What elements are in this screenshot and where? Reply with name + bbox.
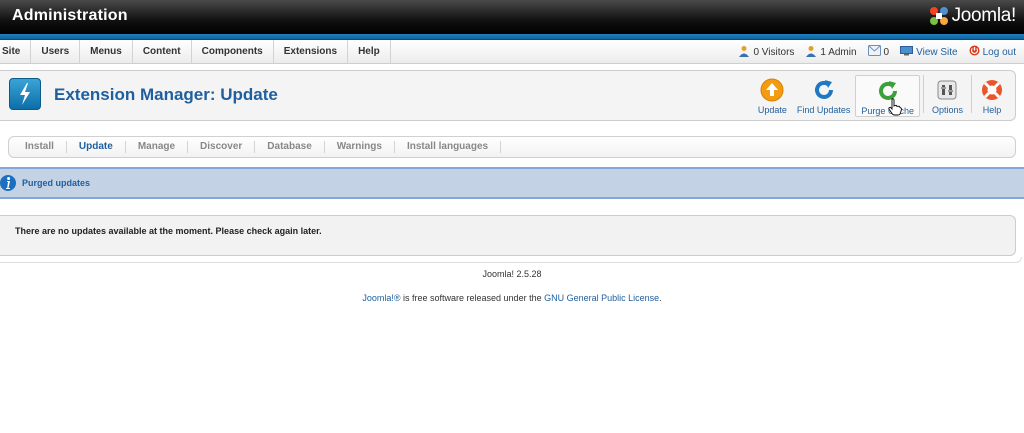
- monitor-icon: [900, 45, 914, 59]
- system-message: Purged updates: [0, 167, 1024, 199]
- visitors-status: 0 Visitors: [738, 45, 794, 60]
- update-label: Update: [757, 105, 787, 115]
- footer-version: Joomla! 2.5.28: [482, 269, 542, 279]
- view-site-link[interactable]: View Site: [900, 45, 958, 59]
- no-updates-text: There are no updates available at the mo…: [15, 226, 322, 236]
- messages-icon: [867, 45, 881, 59]
- help-label: Help: [982, 105, 1002, 115]
- admin-title: Administration: [12, 7, 128, 24]
- license-end: .: [659, 293, 662, 303]
- logout-label: Log out: [982, 46, 1016, 58]
- menu-extensions[interactable]: Extensions: [274, 40, 349, 64]
- menu-menus[interactable]: Menus: [80, 40, 133, 64]
- tab-discover[interactable]: Discover: [188, 141, 256, 153]
- update-button[interactable]: Update: [753, 75, 792, 117]
- menu-bar: Site Users Menus Content Components Exte…: [0, 40, 1024, 64]
- joomla-logo[interactable]: Joomla!: [928, 4, 1016, 28]
- hand-cursor-icon: [888, 98, 902, 116]
- extension-manager-icon: [9, 78, 41, 110]
- lifebuoy-icon: [982, 80, 1002, 100]
- tab-install-languages[interactable]: Install languages: [395, 141, 502, 153]
- tab-update[interactable]: Update: [67, 141, 126, 153]
- joomla-brand-link[interactable]: Joomla!®: [362, 293, 400, 303]
- license-text: is free software released under the: [400, 293, 545, 303]
- toolbar-divider: [922, 75, 924, 113]
- menu-users[interactable]: Users: [31, 40, 81, 64]
- options-button[interactable]: Options: [927, 75, 968, 117]
- footer-license: Joomla!® is free software released under…: [0, 293, 1024, 303]
- options-icon: [937, 80, 957, 100]
- view-site-label: View Site: [916, 46, 958, 58]
- toolbar-divider: [971, 75, 972, 113]
- messages-status[interactable]: 0: [867, 45, 890, 59]
- update-arrow-icon: [760, 78, 784, 102]
- logout-link[interactable]: Log out: [969, 45, 1016, 59]
- admin-user-icon: [805, 45, 817, 60]
- message-text: Purged updates: [22, 178, 91, 188]
- toolbar-box: Extension Manager: Update Update Find Up…: [0, 70, 1016, 121]
- menu-content[interactable]: Content: [133, 40, 192, 64]
- tab-database[interactable]: Database: [255, 141, 325, 153]
- joomla-logo-text: Joomla!: [951, 5, 1017, 26]
- status-area: 0 Visitors 1 Admin 0 View Site Log out: [727, 40, 1016, 64]
- power-icon: [969, 45, 980, 59]
- gpl-license-link[interactable]: GNU General Public License: [544, 293, 659, 303]
- tab-install[interactable]: Install: [13, 141, 67, 153]
- updates-content: There are no updates available at the mo…: [0, 215, 1016, 256]
- toolbar-buttons: Update Find Updates Purge Cache Options …: [753, 75, 1009, 117]
- menu-site[interactable]: Site: [0, 40, 32, 64]
- admins-count: 1 Admin: [820, 46, 857, 58]
- visitors-count: 0 Visitors: [753, 46, 795, 58]
- menu-help[interactable]: Help: [348, 40, 391, 64]
- tab-warnings[interactable]: Warnings: [325, 141, 395, 153]
- page-frame: [0, 257, 1022, 263]
- find-updates-label: Find Updates: [796, 105, 851, 115]
- joomla-logo-icon: [929, 7, 948, 25]
- find-updates-button[interactable]: Find Updates: [792, 75, 856, 117]
- page-title: Extension Manager: Update: [54, 85, 278, 104]
- tab-manage[interactable]: Manage: [126, 141, 189, 153]
- help-button[interactable]: Help: [975, 75, 1009, 117]
- messages-count: 0: [883, 46, 890, 58]
- visitors-icon: [738, 45, 750, 60]
- menu-components[interactable]: Components: [192, 40, 274, 64]
- options-label: Options: [931, 105, 963, 115]
- extension-submenu: Install Update Manage Discover Database …: [8, 136, 1016, 158]
- admin-header: Administration Joomla!: [0, 0, 1024, 34]
- info-icon: [0, 175, 16, 191]
- admins-status: 1 Admin: [805, 45, 857, 60]
- refresh-blue-icon: [814, 80, 833, 99]
